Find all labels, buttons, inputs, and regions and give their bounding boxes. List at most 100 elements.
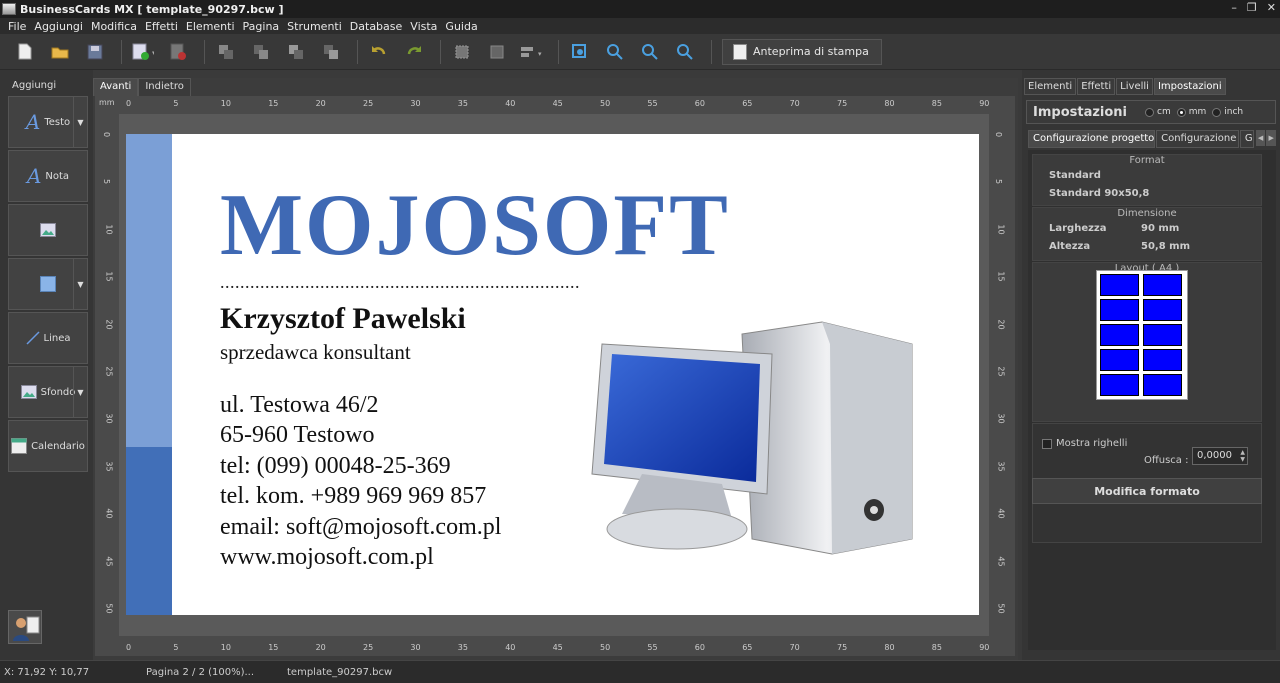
menu-modifica[interactable]: Modifica: [87, 20, 141, 33]
close-icon[interactable]: ✕: [1267, 1, 1276, 14]
tab-g[interactable]: G: [1239, 130, 1254, 148]
horizontal-ruler-bottom: 0 5 10 15 20 25 30 35 40 45 50 55 60 65 70 75 80 85 90: [119, 640, 999, 656]
zoom-in-button[interactable]: [600, 37, 630, 67]
add-background-button[interactable]: Sfondo ▼: [8, 366, 88, 418]
chevron-down-icon[interactable]: ▼: [73, 367, 87, 417]
tab-project-config[interactable]: Configurazione progetto: [1028, 130, 1156, 148]
zoom-in-icon: [607, 43, 623, 60]
menu-database[interactable]: Database: [346, 20, 407, 33]
ruler-tick-label: 30: [104, 413, 114, 424]
chevron-down-icon[interactable]: ▼: [73, 259, 87, 309]
open-button[interactable]: [45, 37, 75, 67]
card-separator[interactable]: ........................................…: [220, 272, 580, 293]
modify-format-button[interactable]: Modifica formato: [1032, 478, 1262, 504]
zoom-actual-button[interactable]: [670, 37, 700, 67]
tab-elementi[interactable]: Elementi: [1024, 78, 1077, 95]
width-value: 90 mm: [1141, 222, 1180, 234]
bring-front-icon: [219, 44, 233, 59]
zoom-out-button[interactable]: [635, 37, 665, 67]
show-rulers-checkbox[interactable]: Mostra righelli: [1042, 438, 1127, 449]
align-icon: ▾: [521, 46, 542, 58]
title-bar: BusinessCards MX [ template_90297.bcw ] …: [0, 0, 1280, 18]
menu-vista[interactable]: Vista: [406, 20, 441, 33]
menu-guida[interactable]: Guida: [441, 20, 481, 33]
add-note-button[interactable]: A Nota: [8, 150, 88, 202]
computer-image[interactable]: [582, 314, 922, 559]
delete-page-button[interactable]: [163, 37, 193, 67]
add-calendar-button[interactable]: Calendario: [8, 420, 88, 472]
menu-bar: File Aggiungi Modifica Effetti Elementi …: [0, 18, 1280, 34]
ruler-tick-label: 25: [363, 643, 374, 652]
bring-front-button[interactable]: [211, 37, 241, 67]
menu-pagina[interactable]: Pagina: [239, 20, 284, 33]
menu-elementi[interactable]: Elementi: [182, 20, 239, 33]
add-image-button[interactable]: [8, 204, 88, 256]
add-line-button[interactable]: Linea: [8, 312, 88, 364]
business-card[interactable]: MOJOSOFT ...............................…: [126, 134, 979, 615]
redo-button[interactable]: [399, 37, 429, 67]
card-stripe-bottom[interactable]: [126, 447, 172, 615]
group-button[interactable]: [447, 37, 477, 67]
ruler-tick-label: 5: [994, 179, 1004, 185]
bring-forward-icon: [254, 44, 268, 59]
add-shape-button[interactable]: ▼: [8, 258, 88, 310]
unit-mm-label: mm: [1188, 107, 1207, 117]
new-file-button[interactable]: [10, 37, 40, 67]
bring-forward-button[interactable]: [246, 37, 276, 67]
zoom-fit-button[interactable]: [565, 37, 595, 67]
ungroup-button[interactable]: [482, 37, 512, 67]
send-back-button[interactable]: [316, 37, 346, 67]
minimize-icon[interactable]: –: [1231, 1, 1237, 14]
card-role[interactable]: sprzedawca konsultant: [220, 340, 411, 365]
chevron-down-icon[interactable]: ▼: [73, 97, 87, 147]
save-button[interactable]: [80, 37, 110, 67]
chevron-left-icon[interactable]: ◀: [1255, 130, 1266, 146]
send-backward-button[interactable]: [281, 37, 311, 67]
user-icon[interactable]: [8, 610, 42, 644]
card-name[interactable]: Krzysztof Pawelski: [220, 302, 466, 336]
ruler-unit: mm: [99, 98, 115, 107]
layout-cell: [1100, 374, 1139, 396]
layout-cell: [1100, 274, 1139, 296]
ruler-tick-label: 30: [996, 413, 1006, 424]
redo-icon: [407, 45, 421, 54]
toolbar-separator: [711, 39, 712, 64]
tab-back[interactable]: Indietro: [138, 78, 191, 96]
menu-aggiungi[interactable]: Aggiungi: [30, 20, 87, 33]
chevron-right-icon[interactable]: ▶: [1266, 130, 1276, 146]
text-icon: A: [25, 110, 41, 134]
offset-input[interactable]: 0,0000 ▲ ▼: [1192, 447, 1248, 465]
add-page-button[interactable]: ▾: [128, 37, 158, 67]
unit-mm-radio[interactable]: mm: [1176, 107, 1207, 117]
undo-button[interactable]: [364, 37, 394, 67]
add-page-icon: ▾: [132, 43, 154, 60]
cursor-coordinates: X: 71,92 Y: 10,77: [4, 666, 90, 678]
settings-subtabs: Configurazione progetto Configurazione G…: [1028, 130, 1276, 148]
width-row: Larghezza 90 mm: [1033, 219, 1261, 237]
unit-cm-radio[interactable]: cm: [1145, 107, 1171, 117]
add-text-button[interactable]: A Testo ▼: [8, 96, 88, 148]
tab-front[interactable]: Avanti: [93, 78, 139, 96]
ruler-tick-label: 30: [410, 643, 421, 652]
tab-impostazioni[interactable]: Impostazioni: [1153, 78, 1226, 95]
menu-file[interactable]: File: [4, 20, 30, 33]
tab-effetti[interactable]: Effetti: [1077, 78, 1116, 95]
ruler-tick-label: 35: [996, 461, 1006, 472]
align-button[interactable]: ▾: [517, 37, 547, 67]
toolbar-separator: [440, 39, 441, 64]
tab-livelli[interactable]: Livelli: [1116, 78, 1153, 95]
menu-strumenti[interactable]: Strumenti: [283, 20, 346, 33]
menu-effetti[interactable]: Effetti: [141, 20, 182, 33]
layout-cell: [1143, 274, 1182, 296]
print-preview-button[interactable]: Anteprima di stampa: [722, 38, 882, 65]
spinner-icon[interactable]: ▲ ▼: [1240, 449, 1245, 463]
card-contact-block[interactable]: ul. Testowa 46/2 65-960 Testowo tel: (09…: [220, 390, 501, 572]
tab-config[interactable]: Configurazione: [1156, 130, 1239, 148]
ruler-tick-label: 50: [600, 99, 611, 108]
unit-inch-radio[interactable]: inch: [1212, 107, 1243, 117]
height-label: Altezza: [1049, 240, 1091, 252]
card-logo-text[interactable]: MOJOSOFT: [220, 182, 730, 270]
restore-icon[interactable]: ❐: [1247, 1, 1257, 14]
card-stripe-top[interactable]: [126, 134, 172, 447]
ruler-tick-label: 40: [996, 508, 1006, 519]
